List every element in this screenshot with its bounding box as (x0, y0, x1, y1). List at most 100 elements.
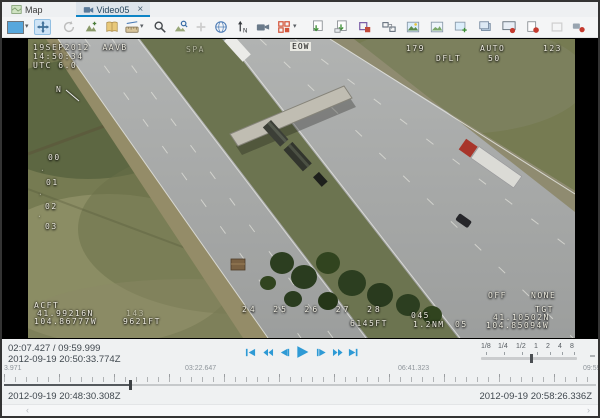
seek-handle[interactable] (129, 380, 132, 390)
follow-camera-button[interactable] (254, 19, 271, 35)
north-arrow-line (66, 90, 80, 102)
speed-label-half: 1/2 (516, 343, 526, 350)
ruler-label-3: 06:41.323 (398, 365, 429, 372)
hud-dflt: DFLT (436, 54, 461, 63)
measure-tool-button[interactable] (123, 19, 140, 35)
measure-icon (125, 20, 139, 34)
zoom-to-extent-button[interactable] (82, 19, 99, 35)
add-image-button[interactable] (452, 19, 469, 35)
image-stack-icon (478, 20, 492, 34)
stop-record-icon (550, 20, 564, 34)
fast-forward-icon (332, 347, 344, 358)
record-clip-button[interactable] (524, 19, 541, 35)
step-back-button[interactable] (279, 347, 290, 358)
rewind-icon (262, 347, 274, 358)
hud-los: 05 (455, 320, 468, 329)
present-record-button[interactable] (500, 19, 517, 35)
play-button[interactable] (295, 345, 309, 359)
hud-scale-02: 02 (45, 202, 58, 211)
add-graphic-button[interactable] (192, 19, 209, 35)
hud-off: OFF (488, 291, 507, 300)
magnifier-icon (153, 20, 167, 34)
speed-track[interactable] (481, 357, 577, 360)
measure-caret-icon[interactable]: ▾ (140, 23, 144, 31)
image-gallery-button[interactable] (404, 19, 421, 35)
present-record-icon (502, 20, 516, 34)
record-clip-icon (526, 20, 540, 34)
add-graphic-icon (194, 20, 208, 34)
previous-extent-button[interactable] (60, 19, 77, 35)
follow-camera-icon (256, 20, 270, 34)
export-frames-button[interactable] (332, 19, 349, 35)
panel-grip[interactable] (590, 355, 595, 357)
hud-range: 1.2NM (413, 320, 445, 329)
video-viewport[interactable]: 19SEP2012 AAVB 14:50:34 UTC 6.0 SPA EOW … (28, 39, 575, 338)
svg-text:N: N (242, 27, 247, 34)
previous-extent-icon (62, 20, 76, 34)
scroll-left-icon[interactable]: ‹ (26, 405, 29, 416)
clip-frames-button[interactable] (356, 19, 373, 35)
multiplexer-icon (277, 20, 291, 34)
skip-to-start-button[interactable] (245, 347, 256, 358)
hud-bearing: 045 (411, 311, 430, 320)
multiplexer-caret-icon[interactable]: ▾ (293, 23, 297, 31)
skip-to-end-button[interactable] (348, 347, 359, 358)
graphics-color-swatch[interactable] (7, 21, 24, 34)
speed-label-2x: 2 (546, 343, 550, 350)
video-camera-icon (83, 4, 94, 15)
step-back-icon (279, 347, 290, 358)
camera-record-button[interactable] (570, 19, 587, 35)
tab-video05[interactable]: Video05 × (76, 2, 151, 17)
close-tab-icon[interactable]: × (137, 6, 143, 14)
speed-tick-marks (486, 352, 487, 355)
speed-label-eighth: 1/8 (481, 343, 491, 350)
save-frame-button[interactable] (308, 19, 325, 35)
video-hud: 19SEP2012 AAVB 14:50:34 UTC 6.0 SPA EOW … (28, 39, 575, 338)
timeline-scroll-strip[interactable]: ‹ › (2, 404, 598, 417)
step-forward-button[interactable] (316, 347, 327, 358)
explore-tool-button[interactable] (151, 19, 168, 35)
video-multiplexer-button[interactable] (275, 19, 292, 35)
seek-bar[interactable] (4, 384, 596, 387)
image-stack-button[interactable] (476, 19, 493, 35)
pan-tool-button[interactable] (34, 19, 51, 35)
hud-spa: SPA (186, 45, 205, 54)
video-toolbar: ▾ ▾ N ▾ (2, 17, 598, 38)
rewind-button[interactable] (262, 347, 274, 358)
timeline-ruler (4, 374, 596, 382)
skip-end-icon (348, 347, 359, 358)
start-time-stamp: 2012-09-19 20:48:30.308Z (8, 391, 121, 402)
magnify-surface-button[interactable] (172, 19, 189, 35)
hud-utc-offset: UTC 6.0 (33, 61, 77, 70)
snapshot-button[interactable] (428, 19, 445, 35)
north-align-button[interactable]: N (233, 19, 250, 35)
hud-date: 19SEP2012 AAVB (33, 43, 128, 52)
bookmarks-button[interactable] (103, 19, 120, 35)
hud-fifty: 50 (488, 54, 501, 63)
hud-heading: 179 (406, 44, 425, 53)
speed-handle[interactable] (530, 354, 533, 363)
picture-icon (430, 20, 444, 34)
save-frame-icon (310, 20, 324, 34)
hud-scale-dot: · (40, 166, 46, 175)
speed-label-8x: 8 (570, 343, 574, 350)
scroll-right-icon[interactable]: › (587, 405, 590, 416)
seek-progress (4, 384, 130, 386)
position-readout: 02:07.427 / 09:59.999 (8, 343, 100, 354)
hud-scale-00: 00 (48, 153, 61, 162)
fast-forward-button[interactable] (332, 347, 344, 358)
image-chart-icon (406, 20, 420, 34)
video-player-window: Map Video05 × ▾ ▾ N ▾ (0, 0, 600, 418)
link-views-button[interactable] (380, 19, 397, 35)
swatch-caret-icon[interactable]: ▾ (25, 23, 29, 31)
hud-acft-alt: 9621FT (123, 317, 161, 326)
rotate-globe-button[interactable] (212, 19, 229, 35)
globe-icon (214, 20, 228, 34)
hud-scale-03: 03 (45, 222, 58, 231)
tab-map[interactable]: Map (4, 2, 50, 17)
tab-bar: Map Video05 × (2, 2, 598, 18)
stop-record-button[interactable] (548, 19, 565, 35)
link-views-icon (382, 20, 396, 34)
play-icon (295, 345, 309, 359)
video-letterbox: 19SEP2012 AAVB 14:50:34 UTC 6.0 SPA EOW … (2, 38, 598, 339)
